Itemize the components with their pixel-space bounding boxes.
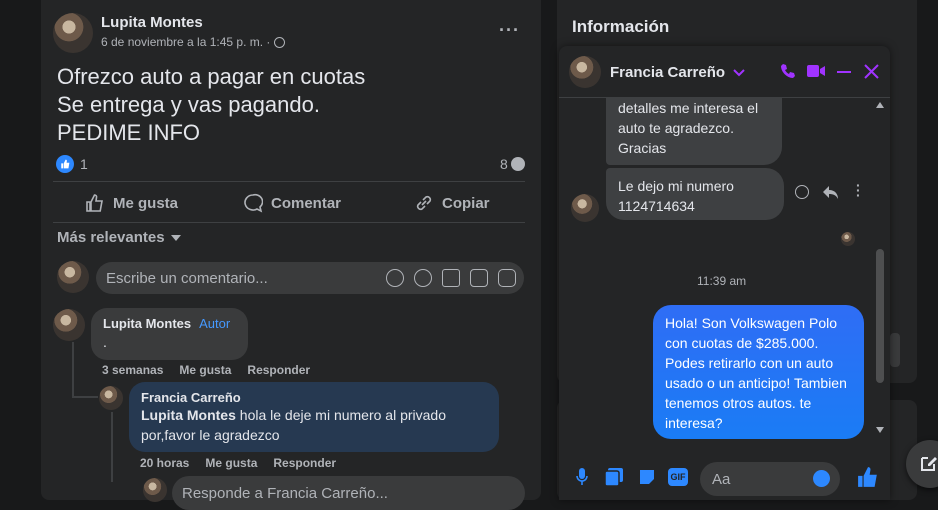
comment-time[interactable]: 3 semanas bbox=[102, 363, 163, 377]
post-text: Ofrezco auto a pagar en cuotas Se entreg… bbox=[57, 64, 366, 145]
minimize-icon[interactable] bbox=[837, 71, 851, 73]
scroll-up-icon[interactable] bbox=[876, 102, 884, 108]
comment-like-button[interactable]: Me gusta bbox=[179, 363, 231, 377]
avatar-sticker-icon[interactable] bbox=[386, 269, 404, 287]
comments-count[interactable]: 8 bbox=[500, 156, 508, 172]
current-user-avatar[interactable] bbox=[57, 261, 89, 293]
compose-icon bbox=[921, 457, 937, 471]
thread-line bbox=[72, 342, 74, 397]
sticker-icon[interactable] bbox=[638, 468, 656, 486]
message-placeholder: Aa bbox=[712, 470, 731, 488]
comment-button-label: Comentar bbox=[271, 194, 342, 212]
incoming-message[interactable]: detalles me interesa el auto te agradezc… bbox=[606, 98, 782, 165]
reply-input[interactable]: Responde a Francia Carreño... bbox=[172, 476, 525, 510]
camera-icon[interactable] bbox=[442, 269, 460, 287]
more-options-icon[interactable]: ··· bbox=[499, 20, 520, 41]
reply-reply-button[interactable]: Responder bbox=[273, 456, 336, 470]
post-card: Lupita Montes 6 de noviembre a la 1:45 p… bbox=[41, 0, 541, 510]
comment-text: . bbox=[103, 334, 107, 350]
like-reaction-icon[interactable] bbox=[56, 155, 74, 173]
reply-icon[interactable] bbox=[822, 185, 839, 200]
photo-icon[interactable] bbox=[605, 468, 623, 486]
like-button[interactable]: Me gusta bbox=[85, 186, 178, 220]
copy-button[interactable]: Copiar bbox=[414, 186, 490, 220]
reply-time[interactable]: 20 horas bbox=[140, 456, 189, 470]
seen-avatar bbox=[841, 232, 855, 246]
sort-label: Más relevantes bbox=[57, 229, 165, 246]
reply-author[interactable]: Francia Carreño bbox=[141, 390, 487, 405]
copy-button-label: Copiar bbox=[442, 194, 490, 212]
sort-comments-dropdown[interactable]: Más relevantes bbox=[57, 229, 181, 246]
reply-avatar[interactable] bbox=[99, 386, 123, 410]
replier-avatar[interactable] bbox=[143, 478, 167, 502]
phone-icon[interactable] bbox=[780, 63, 796, 79]
comment-button[interactable]: Comentar bbox=[243, 186, 341, 220]
sticker-icon[interactable] bbox=[498, 269, 516, 287]
chat-header: Francia Carreño bbox=[559, 46, 890, 98]
globe-icon bbox=[274, 36, 286, 48]
chat-composer: GIF Aa bbox=[559, 452, 890, 500]
emoji-icon[interactable] bbox=[414, 269, 432, 287]
chevron-down-icon bbox=[733, 68, 745, 76]
comment-avatar[interactable] bbox=[53, 309, 85, 341]
message-input[interactable]: Aa bbox=[700, 462, 840, 496]
comment-icon bbox=[244, 193, 263, 213]
gif-icon[interactable]: GIF bbox=[668, 468, 688, 486]
info-scrollbar[interactable] bbox=[890, 333, 900, 367]
thread-connector bbox=[72, 396, 98, 398]
comment-placeholder: Escribe un comentario... bbox=[106, 269, 268, 287]
reply-thread-line bbox=[111, 412, 113, 482]
message-sender-avatar[interactable] bbox=[571, 194, 599, 222]
like-button-label: Me gusta bbox=[113, 194, 179, 212]
microphone-icon[interactable] bbox=[576, 468, 588, 486]
message-more-icon[interactable]: · · · bbox=[856, 178, 861, 202]
react-icon[interactable] bbox=[795, 185, 809, 199]
incoming-message[interactable]: Le dejo mi numero 1124714634 bbox=[606, 168, 784, 220]
thumbs-up-send-icon[interactable] bbox=[857, 466, 879, 488]
video-call-icon[interactable] bbox=[807, 64, 825, 78]
post-author[interactable]: Lupita Montes bbox=[101, 14, 203, 31]
reply-bubble: Francia Carreño Lupita Montes hola le de… bbox=[129, 382, 499, 452]
reply-placeholder: Responde a Francia Carreño... bbox=[182, 484, 388, 502]
scroll-down-icon[interactable] bbox=[876, 427, 884, 433]
reply-like-button[interactable]: Me gusta bbox=[205, 456, 257, 470]
comment-author[interactable]: Lupita Montes bbox=[103, 316, 191, 331]
chat-scrollbar-thumb[interactable] bbox=[876, 249, 884, 383]
thumbs-up-icon bbox=[86, 194, 103, 212]
post-date[interactable]: 6 de noviembre a la 1:45 p. m. · bbox=[101, 35, 270, 49]
close-icon[interactable] bbox=[864, 64, 879, 79]
caret-down-icon bbox=[170, 234, 181, 241]
link-icon bbox=[416, 195, 432, 211]
comment-input[interactable]: Escribe un comentario... bbox=[96, 262, 524, 294]
author-avatar[interactable] bbox=[53, 13, 93, 53]
author-badge: Autor bbox=[199, 316, 231, 331]
comment-bubble: Lupita Montes Autor . bbox=[91, 308, 248, 360]
comment-bubble-icon bbox=[510, 157, 525, 171]
chat-window: Francia Carreño detalles me interesa el … bbox=[559, 46, 890, 500]
info-title: Información bbox=[572, 17, 670, 36]
likes-count[interactable]: 1 bbox=[80, 156, 88, 172]
chat-name-button[interactable]: Francia Carreño bbox=[610, 64, 745, 81]
outgoing-message[interactable]: Hola! Son Volkswagen Polo con cuotas de … bbox=[653, 305, 864, 439]
emoji-icon[interactable] bbox=[813, 470, 830, 487]
chat-name: Francia Carreño bbox=[610, 64, 726, 81]
chat-avatar[interactable] bbox=[569, 56, 601, 88]
comment-reply-button[interactable]: Responder bbox=[247, 363, 310, 377]
message-timestamp: 11:39 am bbox=[697, 274, 747, 288]
reply-mention[interactable]: Lupita Montes bbox=[141, 407, 236, 423]
gif-icon[interactable] bbox=[470, 269, 488, 287]
